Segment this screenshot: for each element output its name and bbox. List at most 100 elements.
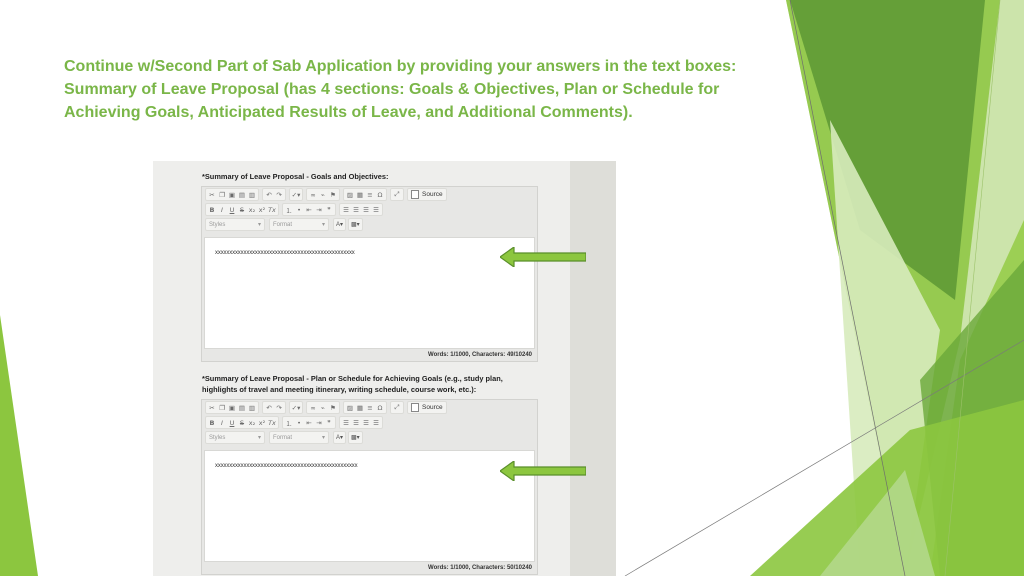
editor-content-area[interactable]: xxxxxxxxxxxxxxxxxxxxxxxxxxxxxxxxxxxxxxxx… (204, 237, 535, 349)
goals-objectives-field: *Summary of Leave Proposal - Goals and O… (201, 171, 538, 362)
bulleted-list-icon[interactable]: • (294, 204, 304, 215)
maximize-icon[interactable]: ⤢ (392, 189, 402, 200)
styles-dropdown[interactable]: Styles ▾ (205, 218, 265, 231)
link-icon[interactable]: ∞ (308, 402, 318, 413)
align-group: ☰ ☰ ☰ ☰ (339, 203, 383, 216)
source-button[interactable]: Source (407, 401, 447, 414)
align-center-icon[interactable]: ☰ (351, 417, 361, 428)
outdent-icon[interactable]: ⇤ (304, 417, 314, 428)
text-color-button[interactable]: A▾ (333, 218, 347, 231)
paragraph-group: ⒈ • ⇤ ⇥ ❞ (282, 416, 336, 429)
align-right-icon[interactable]: ☰ (361, 417, 371, 428)
align-center-icon[interactable]: ☰ (351, 204, 361, 215)
superscript-icon[interactable]: x² (257, 204, 267, 215)
indent-icon[interactable]: ⇥ (314, 417, 324, 428)
superscript-icon[interactable]: x² (257, 417, 267, 428)
toolbar-row-1: ✂ ❐ ▣ ▤ ▥ ↶ ↷ ✓▾ ∞ ⌁ ⚑ ▨ ▦ ≡ Ω ⤢ Source (202, 187, 537, 202)
outdent-icon[interactable]: ⇤ (304, 204, 314, 215)
horizontal-line-icon[interactable]: ≡ (365, 402, 375, 413)
plan-schedule-label-line-1: *Summary of Leave Proposal - Plan or Sch… (202, 374, 503, 383)
spell-group: ✓▾ (289, 188, 303, 201)
italic-icon[interactable]: I (217, 417, 227, 428)
styles-label: Styles (209, 221, 226, 228)
unlink-icon[interactable]: ⌁ (318, 402, 328, 413)
paste-word-icon[interactable]: ▥ (247, 402, 257, 413)
underline-icon[interactable]: U (227, 417, 237, 428)
editor-text: xxxxxxxxxxxxxxxxxxxxxxxxxxxxxxxxxxxxxxxx… (215, 250, 355, 256)
paste-word-icon[interactable]: ▥ (247, 189, 257, 200)
insert-group: ▨ ▦ ≡ Ω (343, 401, 387, 414)
strike-icon[interactable]: S (237, 204, 247, 215)
screenshot-scroll-area (570, 161, 616, 576)
link-group: ∞ ⌁ ⚑ (306, 188, 340, 201)
link-group: ∞ ⌁ ⚑ (306, 401, 340, 414)
bg-color-button[interactable]: ▩▾ (348, 218, 363, 231)
goals-objectives-label: *Summary of Leave Proposal - Goals and O… (202, 172, 389, 181)
blockquote-icon[interactable]: ❞ (324, 204, 334, 215)
format-dropdown[interactable]: Format ▾ (269, 431, 329, 444)
styles-label: Styles (209, 434, 226, 441)
remove-format-icon[interactable]: Tx (267, 417, 277, 428)
text-color-button[interactable]: A▾ (333, 431, 347, 444)
source-button[interactable]: Source (407, 188, 447, 201)
cut-icon[interactable]: ✂ (207, 189, 217, 200)
italic-icon[interactable]: I (217, 204, 227, 215)
editor-content-area[interactable]: xxxxxxxxxxxxxxxxxxxxxxxxxxxxxxxxxxxxxxxx… (204, 450, 535, 562)
bold-icon[interactable]: B (207, 204, 217, 215)
table-icon[interactable]: ▦ (355, 189, 365, 200)
maximize-icon[interactable]: ⤢ (392, 402, 402, 413)
source-label: Source (422, 404, 443, 411)
history-group: ↶ ↷ (262, 188, 286, 201)
redo-icon[interactable]: ↷ (274, 189, 284, 200)
spellcheck-icon[interactable]: ✓▾ (291, 189, 301, 200)
unlink-icon[interactable]: ⌁ (318, 189, 328, 200)
format-dropdown[interactable]: Format ▾ (269, 218, 329, 231)
paste-text-icon[interactable]: ▤ (237, 189, 247, 200)
source-doc-icon (411, 190, 419, 199)
toolbar-row-2: B I U S x₂ x² Tx ⒈ • ⇤ ⇥ ❞ ☰ ☰ ☰ ☰ (202, 202, 537, 217)
special-char-icon[interactable]: Ω (375, 402, 385, 413)
align-right-icon[interactable]: ☰ (361, 204, 371, 215)
bg-color-button[interactable]: ▩▾ (348, 431, 363, 444)
remove-format-icon[interactable]: Tx (267, 204, 277, 215)
source-doc-icon (411, 403, 419, 412)
numbered-list-icon[interactable]: ⒈ (284, 417, 294, 428)
numbered-list-icon[interactable]: ⒈ (284, 204, 294, 215)
subscript-icon[interactable]: x₂ (247, 204, 257, 215)
cut-icon[interactable]: ✂ (207, 402, 217, 413)
justify-icon[interactable]: ☰ (371, 204, 381, 215)
spellcheck-icon[interactable]: ✓▾ (291, 402, 301, 413)
subscript-icon[interactable]: x₂ (247, 417, 257, 428)
undo-icon[interactable]: ↶ (264, 189, 274, 200)
toolbar-row-3: Styles ▾ Format ▾ A▾ ▩▾ (202, 217, 537, 232)
paste-icon[interactable]: ▣ (227, 402, 237, 413)
toolbar-row-1: ✂ ❐ ▣ ▤ ▥ ↶ ↷ ✓▾ ∞ ⌁ ⚑ ▨ ▦ ≡ Ω ⤢ Source (202, 400, 537, 415)
horizontal-line-icon[interactable]: ≡ (365, 189, 375, 200)
bold-icon[interactable]: B (207, 417, 217, 428)
redo-icon[interactable]: ↷ (274, 402, 284, 413)
image-icon[interactable]: ▨ (345, 402, 355, 413)
paste-text-icon[interactable]: ▤ (237, 402, 247, 413)
blockquote-icon[interactable]: ❞ (324, 417, 334, 428)
anchor-icon[interactable]: ⚑ (328, 189, 338, 200)
arrow-shape (500, 461, 586, 481)
styles-dropdown[interactable]: Styles ▾ (205, 431, 265, 444)
link-icon[interactable]: ∞ (308, 189, 318, 200)
paste-icon[interactable]: ▣ (227, 189, 237, 200)
underline-icon[interactable]: U (227, 204, 237, 215)
indent-icon[interactable]: ⇥ (314, 204, 324, 215)
copy-icon[interactable]: ❐ (217, 189, 227, 200)
align-left-icon[interactable]: ☰ (341, 417, 351, 428)
anchor-icon[interactable]: ⚑ (328, 402, 338, 413)
align-left-icon[interactable]: ☰ (341, 204, 351, 215)
strike-icon[interactable]: S (237, 417, 247, 428)
tools-group: ⤢ (390, 188, 404, 201)
undo-icon[interactable]: ↶ (264, 402, 274, 413)
tools-group: ⤢ (390, 401, 404, 414)
table-icon[interactable]: ▦ (355, 402, 365, 413)
special-char-icon[interactable]: Ω (375, 189, 385, 200)
bulleted-list-icon[interactable]: • (294, 417, 304, 428)
image-icon[interactable]: ▨ (345, 189, 355, 200)
copy-icon[interactable]: ❐ (217, 402, 227, 413)
justify-icon[interactable]: ☰ (371, 417, 381, 428)
